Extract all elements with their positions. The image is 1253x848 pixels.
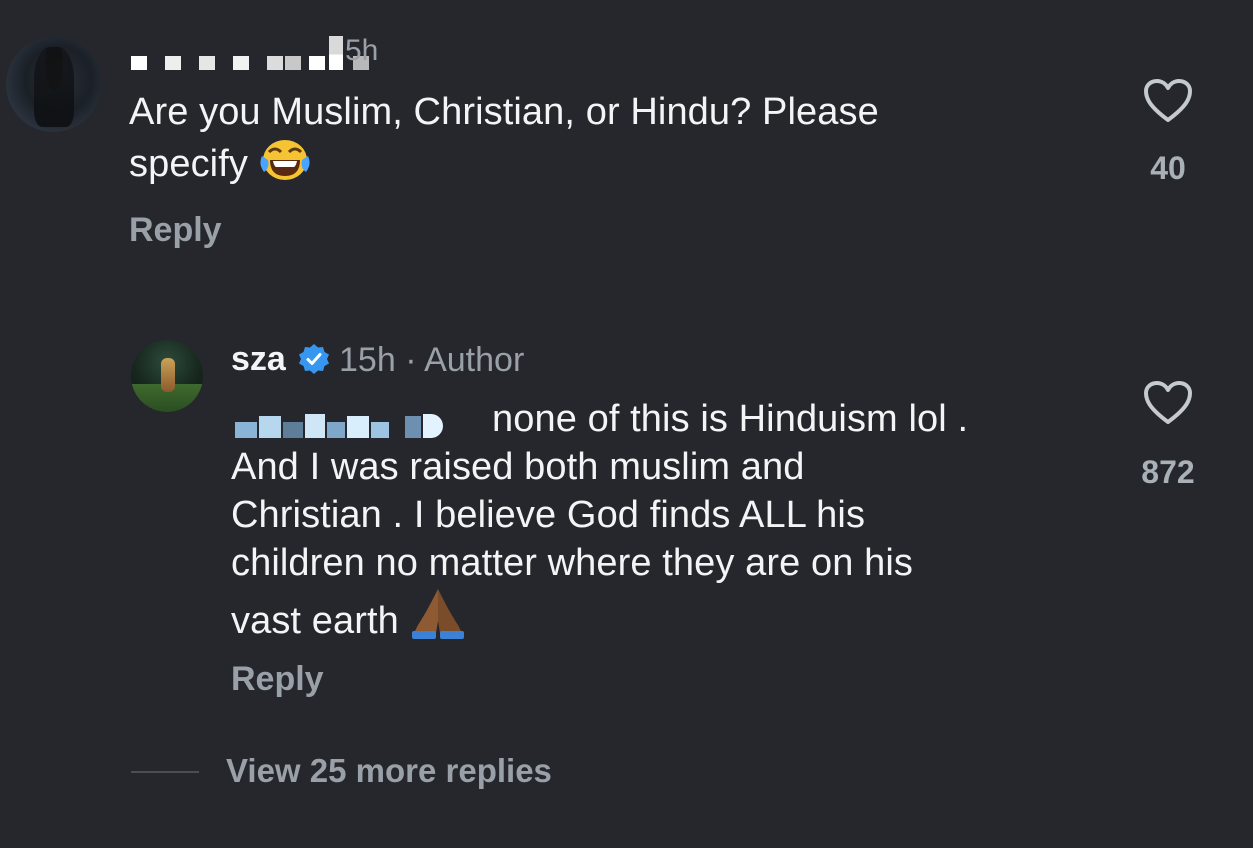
- like-count: 872: [1141, 454, 1195, 490]
- reply-text-line: none of this is Hinduism lol .: [492, 398, 969, 440]
- verified-badge-icon: [299, 344, 329, 374]
- comment-text-line: specify: [129, 136, 879, 194]
- reply-time: 15h: [339, 341, 396, 379]
- reply-text-line: children no matter where they are on his: [231, 542, 914, 584]
- reply-button[interactable]: Reply: [231, 660, 324, 699]
- heart-icon: [1144, 79, 1192, 122]
- avatar-figure: [161, 358, 175, 392]
- avatar[interactable]: [6, 37, 101, 132]
- laughing-face-icon: [259, 136, 311, 194]
- view-more-replies-button[interactable]: View 25 more replies: [226, 752, 552, 790]
- comment-text-word: specify: [129, 143, 248, 185]
- author-label: Author: [424, 341, 525, 379]
- like-button[interactable]: [1143, 78, 1193, 129]
- comment-text: Are you Muslim, Christian, or Hindu? Ple…: [129, 88, 879, 194]
- meta-separator: ·: [405, 341, 417, 379]
- reply-username[interactable]: sza: [231, 340, 286, 379]
- reply-text: none of this is Hinduism lol . And I was…: [231, 395, 968, 651]
- divider-line: [131, 771, 199, 773]
- folded-hands-icon: [410, 587, 466, 651]
- avatar[interactable]: [131, 340, 203, 412]
- reply-text-line: And I was raised both muslim and: [231, 446, 805, 488]
- reply-button[interactable]: Reply: [129, 211, 222, 250]
- like-button[interactable]: [1143, 380, 1193, 431]
- heart-icon: [1144, 381, 1192, 424]
- comment-text-line: Are you Muslim, Christian, or Hindu? Ple…: [129, 91, 879, 133]
- reply-text-word: vast earth: [231, 600, 399, 642]
- like-count: 40: [1150, 150, 1186, 186]
- reply-text-line: Christian . I believe God finds ALL his: [231, 494, 866, 536]
- redacted-username[interactable]: [131, 34, 369, 70]
- reply-meta: 15h · Author: [339, 341, 524, 380]
- comment-time: 5h: [345, 34, 379, 67]
- reply-text-line: vast earth: [231, 587, 968, 651]
- avatar-figure: [34, 47, 74, 127]
